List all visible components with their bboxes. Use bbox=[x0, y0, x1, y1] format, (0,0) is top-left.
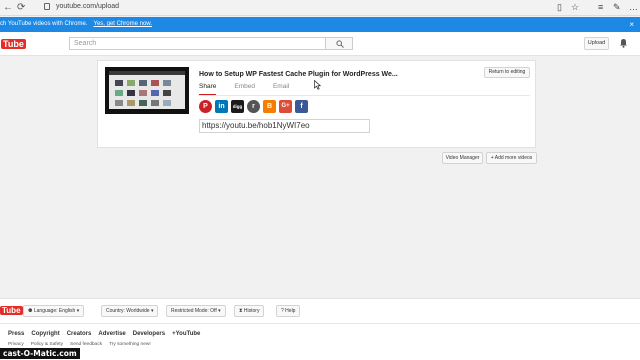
screencast-watermark: cast-O-Matic.com bbox=[0, 348, 80, 359]
video-thumbnail[interactable] bbox=[105, 67, 189, 114]
google-plus-icon[interactable]: G+ bbox=[279, 100, 292, 113]
history-button[interactable]: ⧗ History bbox=[234, 305, 265, 317]
site-footer: Tube ⚉ Language: English ▾ Country: Worl… bbox=[0, 298, 640, 360]
more-icon[interactable]: … bbox=[629, 2, 638, 12]
social-share-row: P in digg r B G+ f bbox=[199, 100, 311, 113]
footer-link-advertise[interactable]: Advertise bbox=[98, 331, 125, 337]
logo-tube: Tube bbox=[1, 39, 26, 49]
get-chrome-link[interactable]: Yes, get Chrome now. bbox=[94, 21, 152, 27]
restricted-label: Restricted Mode: Off bbox=[171, 308, 217, 314]
language-label: Language: English bbox=[33, 308, 76, 314]
help-button[interactable]: ? Help bbox=[276, 305, 301, 317]
footer-links-secondary: Privacy Policy & Safety Send feedback Tr… bbox=[8, 342, 158, 347]
digg-icon[interactable]: digg bbox=[231, 100, 244, 113]
reading-view-icon[interactable]: ▯ bbox=[557, 2, 562, 13]
footer-link-developers[interactable]: Developers bbox=[133, 331, 165, 337]
pinterest-icon[interactable]: P bbox=[199, 100, 212, 113]
add-more-videos-button[interactable]: + Add more videos bbox=[486, 152, 537, 164]
facebook-icon[interactable]: f bbox=[295, 100, 308, 113]
refresh-icon[interactable]: ⟳ bbox=[17, 2, 25, 13]
youtube-logo[interactable]: Tube bbox=[0, 38, 26, 50]
reddit-icon[interactable]: r bbox=[247, 100, 260, 113]
site-header: Tube Search Upload bbox=[0, 32, 640, 56]
share-url-field[interactable]: https://youtu.be/hob1NyWI7eo bbox=[199, 119, 370, 133]
chevron-down-icon: ▾ bbox=[76, 308, 80, 314]
video-manager-button[interactable]: Video Manager bbox=[442, 152, 483, 164]
country-picker-button[interactable]: Country: Worldwide ▾ bbox=[101, 305, 159, 317]
footer-link-feedback[interactable]: Send feedback bbox=[70, 342, 102, 347]
thumbnail-screen bbox=[109, 71, 185, 109]
blogger-icon[interactable]: B bbox=[263, 100, 276, 113]
language-picker-button[interactable]: ⚉ Language: English ▾ bbox=[23, 305, 85, 317]
chevron-down-icon: ▾ bbox=[150, 308, 154, 314]
footer-link-creators[interactable]: Creators bbox=[67, 331, 92, 337]
footer-links: Press Copyright Creators Advertise Devel… bbox=[8, 331, 207, 337]
upload-card: How to Setup WP Fastest Cache Plugin for… bbox=[97, 60, 536, 148]
hub-menu-icon[interactable]: ≡ bbox=[598, 2, 603, 12]
favorite-star-icon[interactable]: ☆ bbox=[571, 2, 579, 13]
footer-link-copyright[interactable]: Copyright bbox=[31, 331, 59, 337]
linkedin-icon[interactable]: in bbox=[215, 100, 228, 113]
lock-icon bbox=[44, 3, 50, 10]
footer-divider bbox=[0, 323, 640, 324]
web-note-icon[interactable]: ✎ bbox=[613, 2, 621, 13]
video-title[interactable]: How to Setup WP Fastest Cache Plugin for… bbox=[199, 71, 398, 78]
footer-logo-tube: Tube bbox=[0, 306, 23, 315]
tab-divider bbox=[198, 95, 530, 96]
search-button[interactable] bbox=[325, 37, 353, 50]
mouse-cursor-icon bbox=[314, 80, 321, 90]
bell-icon[interactable] bbox=[619, 38, 628, 48]
return-to-editing-button[interactable]: Return to editing bbox=[484, 67, 530, 78]
back-arrow-icon[interactable]: ← bbox=[3, 2, 13, 13]
history-label: History bbox=[243, 308, 260, 314]
footer-link-policy[interactable]: Policy & Safety bbox=[31, 342, 63, 347]
restricted-mode-button[interactable]: Restricted Mode: Off ▾ bbox=[166, 305, 226, 317]
banner-text: ch YouTube videos with Chrome. bbox=[0, 21, 88, 27]
footer-link-plus-youtube[interactable]: +YouTube bbox=[172, 331, 200, 337]
country-label: Country: Worldwide bbox=[106, 308, 150, 314]
search-input[interactable]: Search bbox=[69, 37, 326, 50]
address-bar[interactable]: youtube.com/upload bbox=[56, 3, 119, 10]
footer-logo[interactable]: Tube bbox=[0, 306, 23, 315]
chrome-promo-banner: ch YouTube videos with Chrome. Yes, get C… bbox=[0, 17, 640, 32]
footer-link-privacy[interactable]: Privacy bbox=[8, 342, 24, 347]
search-icon bbox=[336, 40, 344, 48]
upload-button[interactable]: Upload bbox=[584, 37, 609, 50]
footer-link-press[interactable]: Press bbox=[8, 331, 24, 337]
footer-link-try-new[interactable]: Try something new! bbox=[109, 342, 151, 347]
chevron-down-icon: ▾ bbox=[218, 308, 221, 314]
browser-toolbar: ← ⟳ youtube.com/upload ▯ ☆ ≡ ✎ … bbox=[0, 0, 640, 16]
help-label: Help bbox=[285, 308, 296, 314]
close-icon[interactable]: × bbox=[629, 17, 634, 32]
